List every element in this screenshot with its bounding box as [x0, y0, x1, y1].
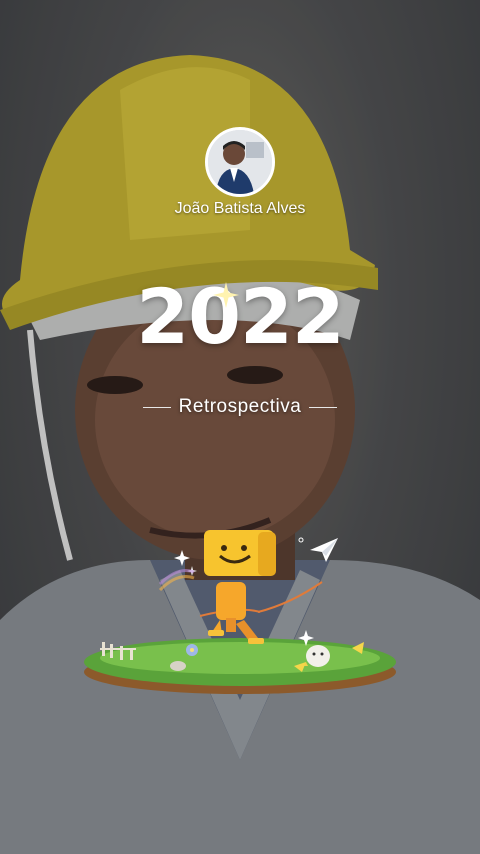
- year-title: 2022: [136, 272, 345, 361]
- mascot-figure: [199, 530, 323, 644]
- paper-plane-icon: [310, 538, 338, 562]
- divider-left: [142, 406, 171, 408]
- user-avatar-icon: [208, 130, 272, 194]
- profile-name: João Batista Alves: [174, 200, 306, 217]
- mascot-illustration: [84, 530, 396, 694]
- sparkle-icon: [174, 550, 190, 566]
- divider-right: [309, 406, 338, 408]
- subtitle: Retrospectiva: [178, 396, 302, 417]
- flower-icon: [186, 644, 198, 656]
- profile-avatar[interactable]: [205, 127, 275, 197]
- story-screen[interactable]: João Batista Alves 2022 Retrospectiva: [0, 0, 480, 854]
- sparkle-icon: [213, 282, 239, 308]
- subtitle-row: Retrospectiva: [0, 396, 480, 418]
